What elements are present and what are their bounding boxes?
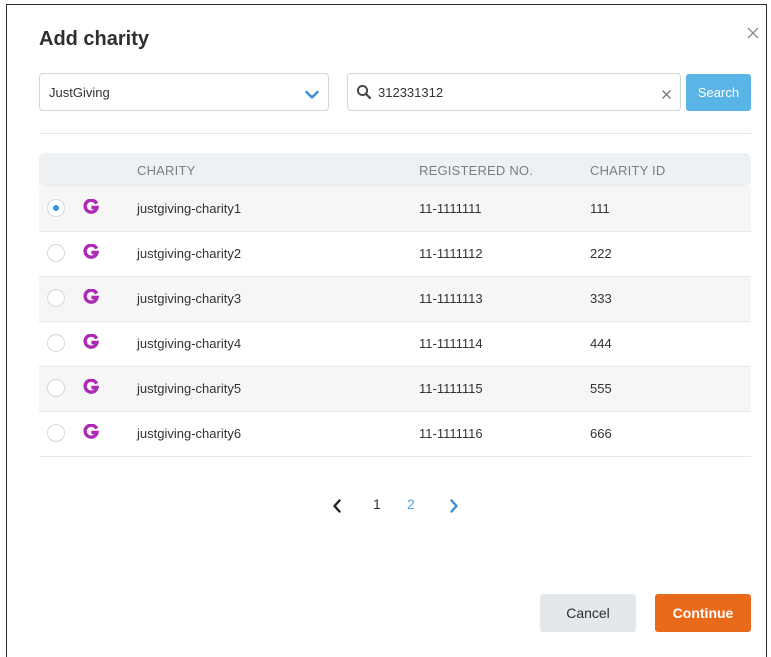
clear-icon[interactable] — [661, 87, 672, 105]
registered-number: 11-1111114 — [419, 336, 483, 351]
column-header-charity: CHARITY — [137, 163, 196, 178]
table-row[interactable]: justgiving-charity5 11-1111115 555 — [39, 367, 751, 412]
charity-table: CHARITY REGISTERED NO. CHARITY ID justgi… — [39, 153, 751, 457]
table-row[interactable]: justgiving-charity3 11-1111113 333 — [39, 277, 751, 322]
row-radio[interactable] — [47, 199, 65, 217]
close-icon[interactable] — [744, 24, 762, 42]
search-button[interactable]: Search — [686, 74, 751, 111]
table-row[interactable]: justgiving-charity2 11-1111112 222 — [39, 232, 751, 277]
chevron-down-icon — [305, 87, 319, 105]
table-row[interactable]: justgiving-charity4 11-1111114 444 — [39, 322, 751, 367]
justgiving-logo-icon — [83, 198, 100, 220]
provider-select[interactable]: JustGiving — [39, 73, 329, 111]
row-radio[interactable] — [47, 379, 65, 397]
charity-id: 555 — [590, 381, 612, 396]
charity-name: justgiving-charity6 — [137, 426, 242, 441]
continue-button[interactable]: Continue — [655, 594, 751, 632]
row-radio[interactable] — [47, 289, 65, 307]
charity-id: 444 — [590, 336, 612, 351]
table-row[interactable]: justgiving-charity6 11-1111116 666 — [39, 412, 751, 457]
justgiving-logo-icon — [83, 378, 100, 400]
justgiving-logo-icon — [83, 333, 100, 355]
registered-number: 11-1111116 — [419, 426, 483, 441]
table-row[interactable]: justgiving-charity1 11-1111111 111 — [39, 187, 751, 232]
pagination: 1 2 — [0, 496, 771, 520]
column-header-registered-no: REGISTERED NO. — [419, 163, 534, 178]
provider-select-value: JustGiving — [49, 85, 110, 100]
divider — [39, 133, 751, 134]
row-radio[interactable] — [47, 244, 65, 262]
registered-number: 11-1111113 — [419, 291, 483, 306]
charity-name: justgiving-charity3 — [137, 291, 242, 306]
table-header: CHARITY REGISTERED NO. CHARITY ID — [39, 153, 751, 187]
charity-name: justgiving-charity4 — [137, 336, 242, 351]
charity-id: 222 — [590, 246, 612, 261]
row-radio[interactable] — [47, 334, 65, 352]
charity-name: justgiving-charity1 — [137, 201, 242, 216]
justgiving-logo-icon — [83, 288, 100, 310]
chevron-left-icon[interactable] — [332, 499, 342, 516]
search-icon — [356, 84, 372, 105]
registered-number: 11-1111115 — [419, 381, 483, 396]
row-radio[interactable] — [47, 424, 65, 442]
registered-number: 11-1111112 — [419, 246, 483, 261]
cancel-button[interactable]: Cancel — [540, 594, 636, 632]
justgiving-logo-icon — [83, 243, 100, 265]
charity-id: 666 — [590, 426, 612, 441]
page-1-link[interactable]: 1 — [373, 496, 381, 512]
column-header-charity-id: CHARITY ID — [590, 163, 666, 178]
charity-id: 111 — [590, 201, 610, 216]
search-field — [347, 73, 681, 111]
charity-name: justgiving-charity5 — [137, 381, 242, 396]
search-input[interactable] — [378, 82, 648, 102]
chevron-right-icon[interactable] — [449, 499, 459, 516]
modal-title: Add charity — [39, 28, 150, 50]
charity-name: justgiving-charity2 — [137, 246, 242, 261]
registered-number: 11-1111111 — [419, 201, 482, 216]
charity-id: 333 — [590, 291, 612, 306]
page-2-link[interactable]: 2 — [407, 496, 415, 512]
justgiving-logo-icon — [83, 423, 100, 445]
